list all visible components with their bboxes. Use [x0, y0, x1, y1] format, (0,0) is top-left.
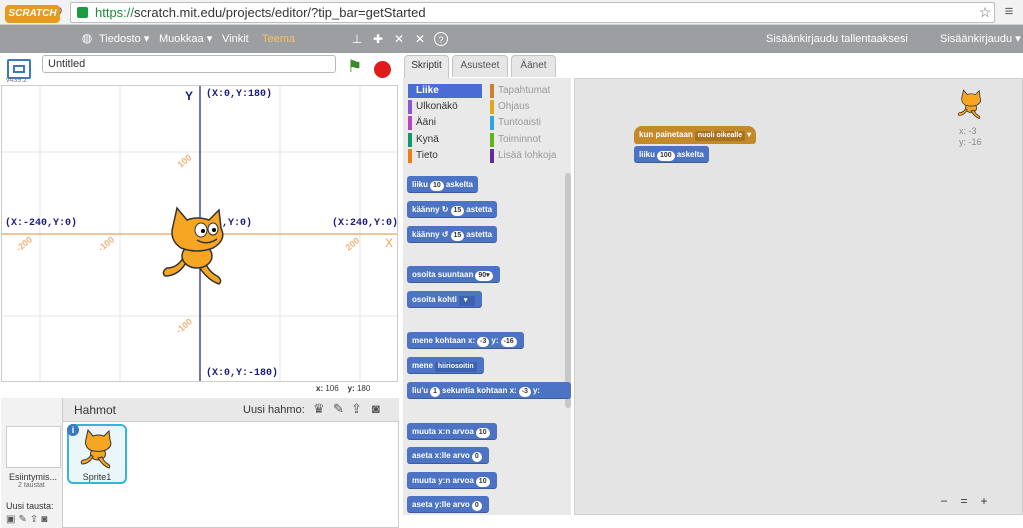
- mouse-x-value: 106: [325, 384, 339, 393]
- category-motion[interactable]: Liike: [408, 84, 482, 98]
- current-sprite-icon: [958, 89, 982, 119]
- tab-costumes[interactable]: Asusteet: [452, 55, 508, 77]
- duplicate-stamp-icon[interactable]: ⊥: [350, 32, 364, 46]
- sprite1-label: Sprite1: [82, 472, 112, 482]
- zoom-in-icon[interactable]: +: [977, 494, 991, 508]
- category-more-blocks[interactable]: Lisää lohkoja: [490, 149, 568, 163]
- label-right: (X:240,Y:0): [332, 218, 398, 229]
- category-data[interactable]: Tieto: [408, 149, 482, 163]
- sprites-title: Hahmot: [74, 403, 117, 417]
- new-sprite-label: Uusi hahmo:: [243, 404, 305, 416]
- url-text: scratch.mit.edu/projects/editor/?tip_bar…: [134, 5, 426, 20]
- menu-file[interactable]: Tiedosto ▾: [99, 33, 149, 45]
- sprite-library-icon[interactable]: ♛: [313, 401, 325, 417]
- paint-brush-icon[interactable]: ✎: [333, 401, 344, 417]
- zoom-reset-icon[interactable]: =: [957, 494, 971, 508]
- login-menu[interactable]: Sisäänkirjaudu ▾: [940, 33, 1021, 45]
- tab-scripts[interactable]: Skriptit: [404, 55, 449, 78]
- y-axis-letter: Y: [185, 89, 194, 103]
- mouse-coordinates: x: 106 y: 180: [316, 384, 371, 393]
- globe-icon[interactable]: ◍: [80, 31, 94, 45]
- mouse-y-value: 180: [356, 384, 371, 393]
- sprite-x-readout: x: -3: [959, 126, 977, 136]
- upload-icon[interactable]: ⇪: [351, 401, 362, 417]
- label-top: (X:0,Y:180): [206, 89, 273, 100]
- scratch-logo[interactable]: SCRATCH: [5, 5, 60, 23]
- zoom-out-icon[interactable]: −: [937, 494, 951, 508]
- version-label: v439.2: [6, 77, 28, 84]
- category-pen[interactable]: Kynä: [408, 133, 482, 147]
- backdrop-count: 2 taustat: [18, 482, 45, 489]
- new-backdrop-label: Uusi tausta:: [6, 501, 54, 511]
- block-change-x[interactable]: muuta x:n arvoa 10: [407, 423, 497, 440]
- browser-menu-icon[interactable]: ≡: [1000, 3, 1018, 21]
- backdrop-tools-icon[interactable]: ▣✎⇪◙: [6, 514, 50, 525]
- block-change-y[interactable]: muuta y:n arvoa 10: [407, 472, 497, 489]
- block-turn-right[interactable]: käänny ↻ 15 astetta: [407, 201, 498, 218]
- x-axis-letter: X: [385, 236, 394, 250]
- menu-edit[interactable]: Muokkaa ▾: [159, 33, 212, 45]
- sprite-y-readout: y: -16: [959, 137, 982, 147]
- project-title-input[interactable]: Untitled: [42, 55, 336, 73]
- grow-icon[interactable]: ✕: [392, 32, 406, 46]
- stage-label: Esiintymis...: [9, 472, 58, 482]
- lock-icon: [77, 7, 88, 18]
- menu-tips[interactable]: Vinkit: [222, 33, 249, 45]
- stop-icon[interactable]: [374, 61, 391, 78]
- category-looks[interactable]: Ulkonäkö: [408, 100, 482, 114]
- menu-theme[interactable]: Teema: [262, 33, 295, 45]
- category-operators[interactable]: Toiminnot: [490, 133, 568, 147]
- category-sensing[interactable]: Tuntoaisti: [490, 116, 568, 130]
- block-turn-left[interactable]: käänny ↺ 15 astetta: [407, 226, 498, 243]
- block-move[interactable]: liiku 10 askelta: [407, 176, 478, 193]
- url-scheme: https://: [95, 5, 135, 20]
- block-go-to[interactable]: mene hiiriosoitin: [407, 357, 484, 374]
- script-hat-block[interactable]: kun painetaan nuoli oikealle ▾: [634, 126, 757, 144]
- info-icon[interactable]: i: [67, 424, 79, 436]
- block-point-direction[interactable]: osoita suuntaan 90▾: [407, 266, 500, 283]
- green-flag-icon[interactable]: ⚑: [347, 58, 362, 76]
- address-bar[interactable]: https://scratch.mit.edu/projects/editor/…: [70, 2, 995, 23]
- shrink-icon[interactable]: ✕: [413, 32, 427, 46]
- block-glide[interactable]: liu'u 1 sekuntia kohtaan x: -3 y:: [407, 382, 571, 399]
- category-control[interactable]: Ohjaus: [490, 100, 568, 114]
- block-set-x[interactable]: aseta x:lle arvo 0: [407, 447, 489, 464]
- stage-thumbnail[interactable]: [6, 426, 61, 468]
- cat-thumbnail-icon: [80, 429, 112, 469]
- stage-canvas[interactable]: (X:0,Y:180) (X:0,Y:-180) (X:-240,Y:0) (X…: [1, 85, 398, 382]
- tab-sounds[interactable]: Äänet: [511, 55, 556, 77]
- category-sound[interactable]: Ääni: [408, 116, 482, 130]
- block-set-y[interactable]: aseta y:lle arvo 0: [407, 496, 489, 513]
- help-icon[interactable]: ?: [434, 32, 448, 46]
- label-left: (X:-240,Y:0): [5, 218, 78, 229]
- bookmark-star-icon[interactable]: ☆: [976, 3, 994, 21]
- presentation-mode-icon[interactable]: [7, 59, 31, 79]
- cat-sprite[interactable]: [157, 206, 237, 290]
- block-point-towards[interactable]: osoita kohti ▾: [407, 291, 482, 308]
- category-events[interactable]: Tapahtumat: [490, 84, 568, 98]
- script-move-block[interactable]: liiku 100 askelta: [634, 146, 709, 163]
- save-prompt[interactable]: Sisäänkirjaudu tallentaaksesi: [766, 33, 908, 45]
- block-go-to-xy[interactable]: mene kohtaan x: -3 y: -16: [407, 332, 524, 349]
- label-bottom: (X:0,Y:-180): [206, 368, 279, 379]
- camera-icon[interactable]: ◙: [372, 401, 380, 416]
- delete-cut-icon[interactable]: ✚: [371, 32, 385, 46]
- palette-scrollbar[interactable]: [565, 173, 571, 408]
